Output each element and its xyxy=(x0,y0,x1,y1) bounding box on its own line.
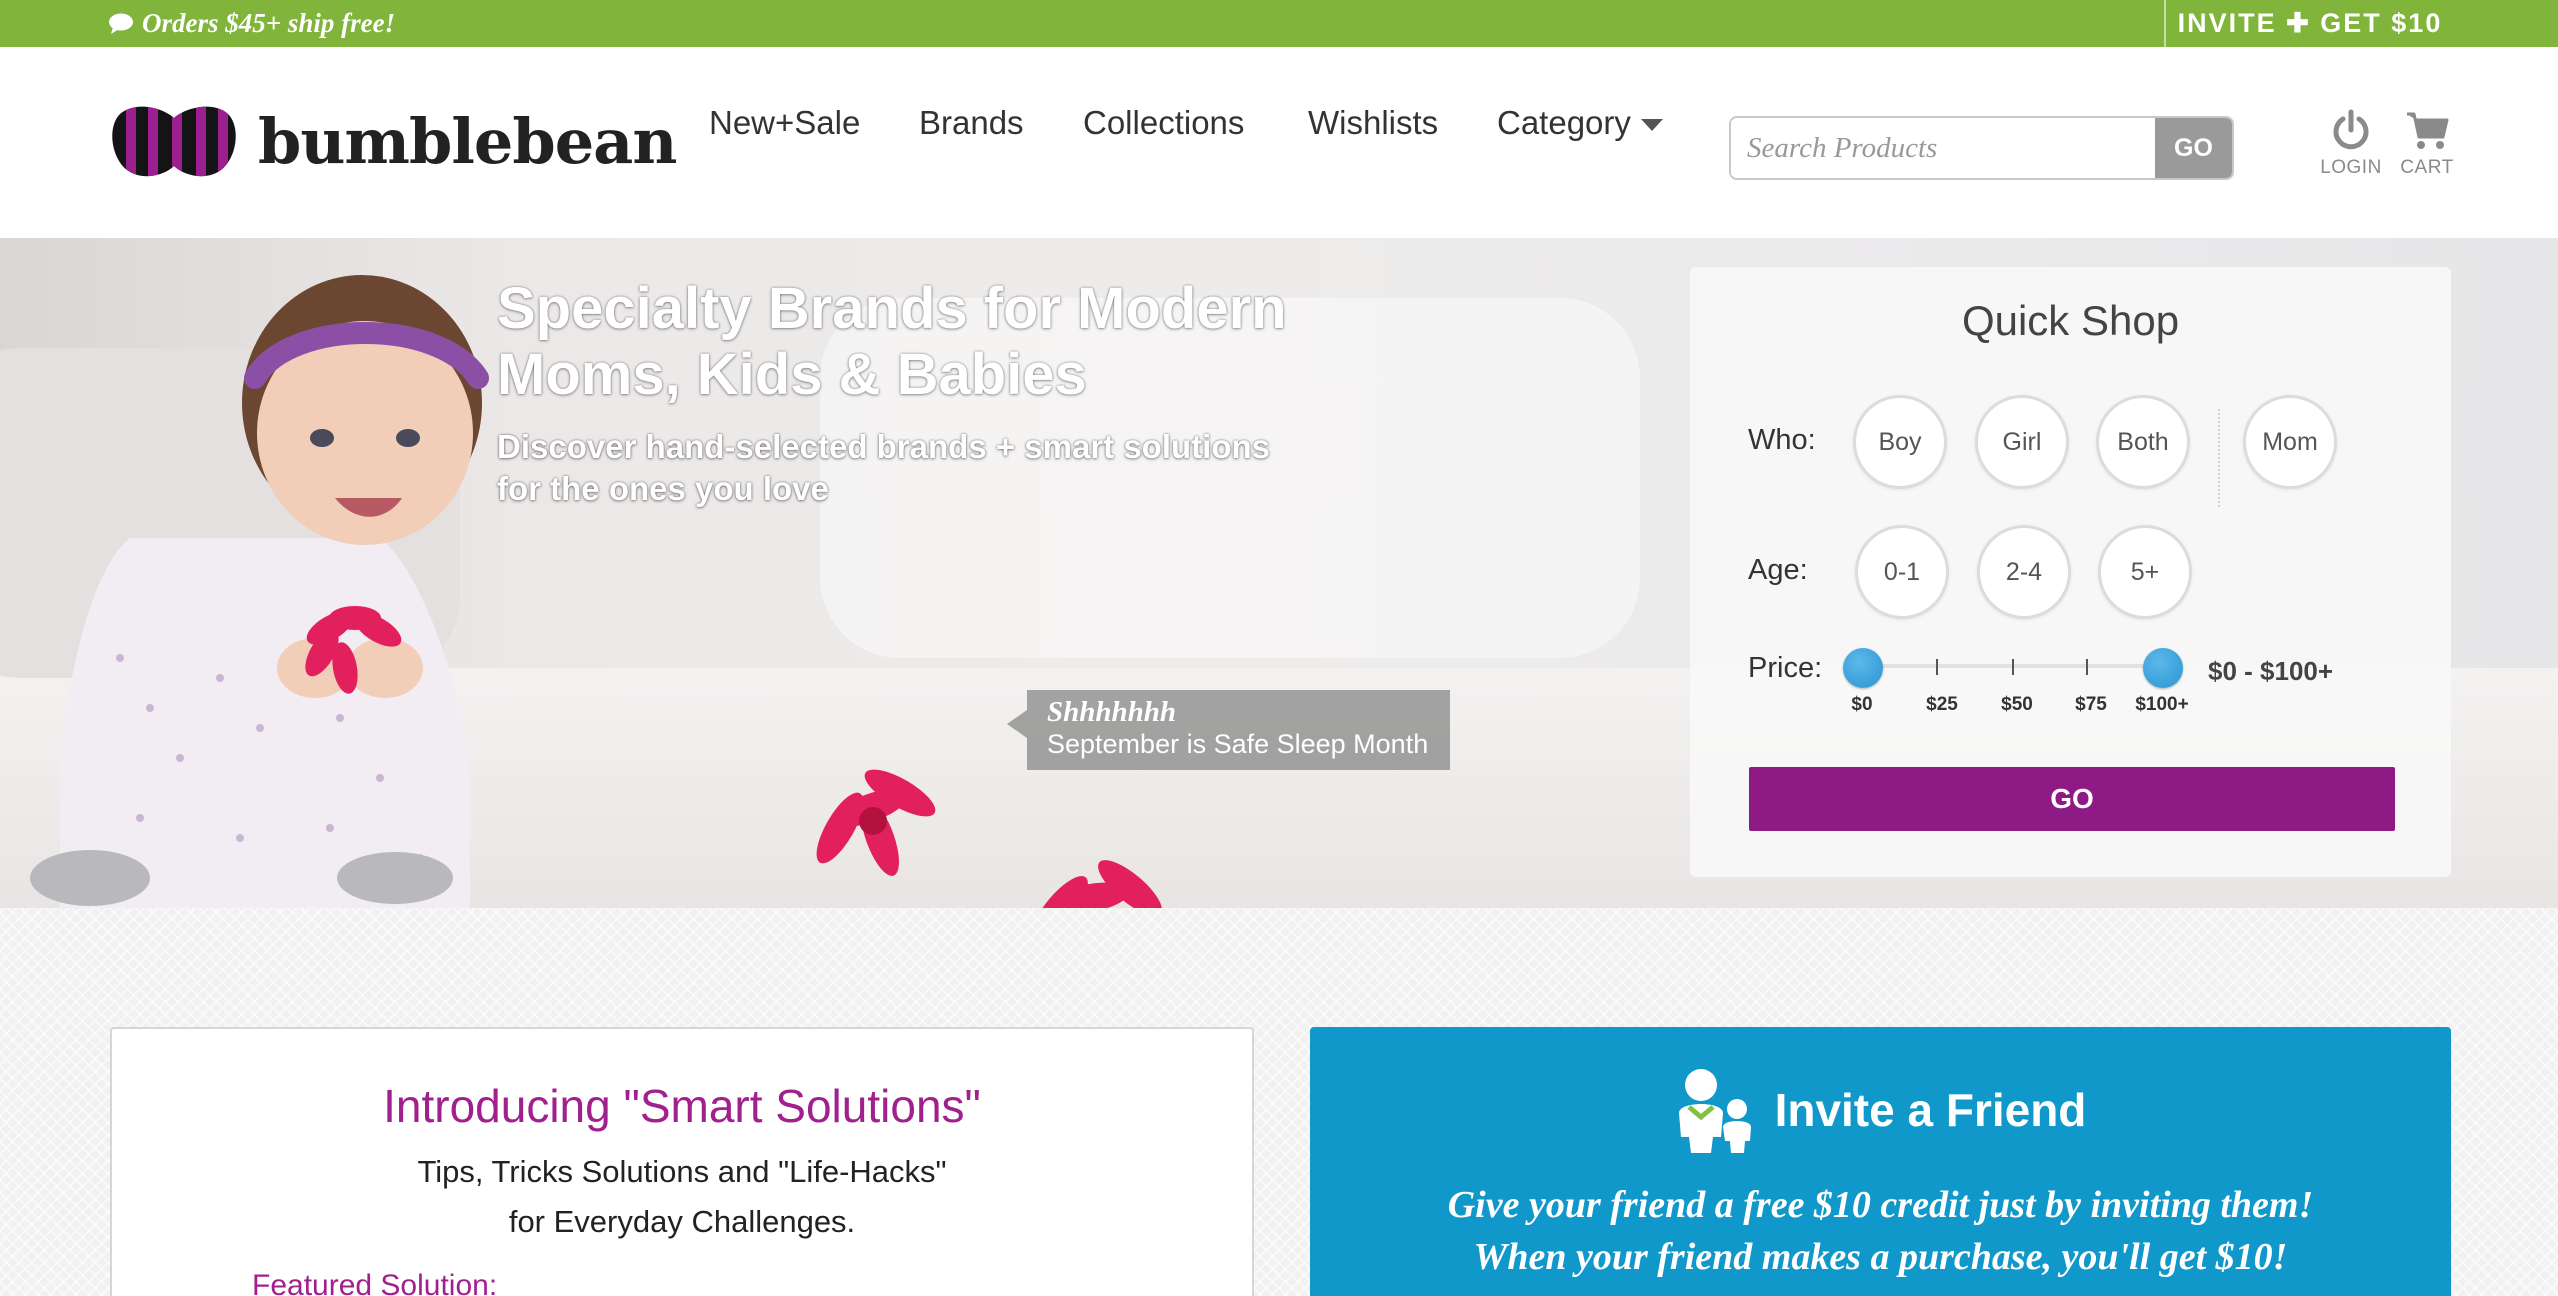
who-mom-option[interactable]: Mom xyxy=(2243,395,2337,489)
logo-bean-icon xyxy=(112,106,236,177)
nav-brands[interactable]: Brands xyxy=(919,104,1024,142)
who-both-option[interactable]: Both xyxy=(2096,395,2190,489)
search-box: GO xyxy=(1729,116,2234,180)
who-girl-option[interactable]: Girl xyxy=(1975,395,2069,489)
price-tick-label: $75 xyxy=(2075,694,2107,715)
invite-get-link[interactable]: INVITE ✚ GET $10 xyxy=(2164,0,2454,47)
smart-solutions-line1: Tips, Tricks Solutions and "Life-Hacks" xyxy=(417,1154,947,1189)
people-icon xyxy=(1678,1069,1751,1153)
who-label: Who: xyxy=(1748,424,1816,456)
cart-label: CART xyxy=(2400,157,2454,178)
invite-friend-card[interactable]: Invite a Friend Give your friend a free … xyxy=(1310,1027,2451,1296)
price-tick xyxy=(2086,659,2088,675)
smart-solutions-line2: for Everyday Challenges. xyxy=(508,1204,856,1239)
smart-solutions-subtitle: Tips, Tricks Solutions and "Life-Hacks" … xyxy=(112,1147,1252,1247)
featured-solution-link[interactable]: Featured Solution: xyxy=(252,1269,497,1296)
invite-friend-line2: When your friend makes a purchase, you'l… xyxy=(1473,1236,2288,1278)
tag-text: September is Safe Sleep Month xyxy=(1047,729,1429,759)
age-0-1-option[interactable]: 0-1 xyxy=(1855,525,1949,619)
who-divider xyxy=(2218,409,2220,507)
promo-bar: Orders $45+ ship free! INVITE ✚ GET $10 xyxy=(0,0,2558,47)
login-label: LOGIN xyxy=(2320,157,2382,178)
price-tick-label: $25 xyxy=(1926,694,1958,715)
hero-title: Specialty Brands for Modern Moms, Kids &… xyxy=(497,276,1287,407)
age-5-plus-option[interactable]: 5+ xyxy=(2098,525,2192,619)
hero-subtitle: Discover hand-selected brands + smart so… xyxy=(497,428,1270,507)
invite-friend-body: Give your friend a free $10 credit just … xyxy=(1310,1179,2451,1283)
price-label: Price: xyxy=(1748,652,1823,684)
logo-text: bumblebean xyxy=(258,104,677,178)
invite-friend-header: Invite a Friend xyxy=(1310,1067,2451,1153)
quick-shop-panel: Quick Shop Who: Boy Girl Both Mom Age: 0… xyxy=(1690,267,2451,877)
price-tick-label: $0 xyxy=(1851,694,1873,715)
chat-bubble-icon xyxy=(109,13,133,34)
logo[interactable]: bumblebean xyxy=(110,104,677,178)
nav-category-label: Category xyxy=(1497,104,1631,141)
price-min-handle[interactable] xyxy=(1843,648,1883,688)
age-2-4-option[interactable]: 2-4 xyxy=(1977,525,2071,619)
chevron-down-icon xyxy=(1640,119,1663,132)
price-max-handle[interactable] xyxy=(2143,648,2183,688)
nav-new-sale[interactable]: New+Sale xyxy=(709,104,860,142)
cart-link[interactable]: CART xyxy=(2392,109,2462,179)
nav-collections[interactable]: Collections xyxy=(1083,104,1244,142)
price-tick-label: $100+ xyxy=(2135,694,2189,715)
invite-friend-line1: Give your friend a free $10 credit just … xyxy=(1447,1184,2314,1226)
content-section: Introducing "Smart Solutions" Tips, Tric… xyxy=(0,908,2558,1296)
age-label: Age: xyxy=(1748,554,1808,586)
safe-sleep-tag[interactable]: Shhhhhhh September is Safe Sleep Month xyxy=(1007,690,1450,770)
shipping-text: Orders $45+ ship free! xyxy=(142,8,396,38)
quick-shop-title: Quick Shop xyxy=(1961,297,2180,344)
site-header: bumblebean New+Sale Brands Collections W… xyxy=(0,47,2558,238)
shipping-promo: Orders $45+ ship free! xyxy=(108,0,395,47)
search-input[interactable] xyxy=(1731,118,2155,178)
nav-wishlists[interactable]: Wishlists xyxy=(1308,104,1438,142)
power-icon xyxy=(2333,109,2369,150)
who-boy-option[interactable]: Boy xyxy=(1853,395,1947,489)
cart-icon xyxy=(2407,112,2449,149)
price-tick-label: $50 xyxy=(2001,694,2033,715)
quick-shop-go-button[interactable]: GO xyxy=(1749,767,2395,831)
nav-category[interactable]: Category xyxy=(1497,104,1663,142)
price-tick xyxy=(2012,659,2014,675)
price-range-value: $0 - $100+ xyxy=(2208,656,2334,686)
smart-solutions-card: Introducing "Smart Solutions" Tips, Tric… xyxy=(110,1027,1254,1296)
search-go-button[interactable]: GO xyxy=(2155,118,2232,178)
invite-friend-title: Invite a Friend xyxy=(1774,1084,2087,1136)
login-link[interactable]: LOGIN xyxy=(2316,109,2386,179)
tag-title: Shhhhhhh xyxy=(1047,696,1177,728)
price-tick xyxy=(1936,659,1938,675)
smart-solutions-title: Introducing "Smart Solutions" xyxy=(383,1080,981,1132)
